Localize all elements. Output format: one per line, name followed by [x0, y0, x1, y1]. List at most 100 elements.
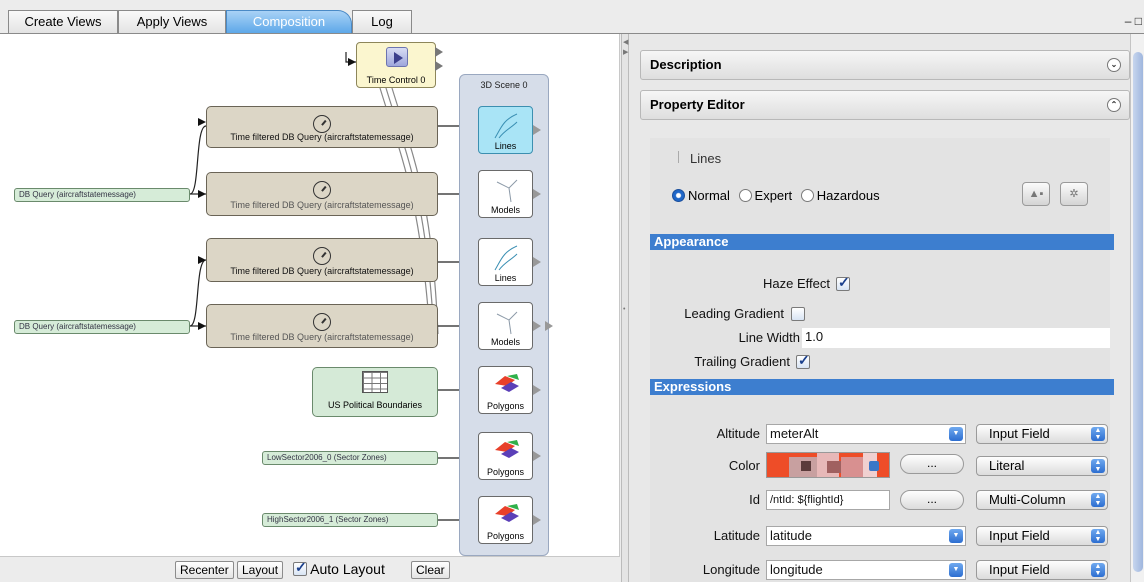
clock-icon [313, 115, 331, 133]
composition-graph-canvas[interactable]: 3D Scene 0 Time Control 0 Time filtered … [0, 34, 620, 556]
splitter-grip-icon[interactable]: • [623, 306, 625, 313]
output-port-icon[interactable] [533, 385, 541, 395]
radio-hazardous[interactable] [800, 189, 814, 202]
expand-icon[interactable]: ⌄ [1107, 58, 1121, 72]
latitude-field[interactable]: latitude ▼ [766, 526, 966, 546]
collapse-right-icon[interactable]: ▶ [623, 48, 628, 56]
output-port-icon[interactable] [533, 321, 541, 331]
scrollbar-thumb[interactable] [1133, 52, 1143, 572]
recenter-button[interactable]: Recenter [175, 561, 234, 579]
sector-zones-node[interactable]: LowSector2006_0 (Sector Zones) [262, 451, 438, 465]
tab-log[interactable]: Log [352, 10, 412, 34]
time-control-node[interactable]: Time Control 0 [356, 42, 443, 88]
haze-effect-label: Haze Effect [763, 276, 830, 291]
id-mode-select[interactable]: Multi-Column ▲ ▼ [976, 490, 1108, 510]
id-field[interactable]: /ntId: ${flightId} [766, 490, 890, 510]
layer-label: Polygons [486, 401, 525, 411]
output-port-icon[interactable] [533, 125, 541, 135]
scene-title: 3D Scene 0 [480, 80, 528, 90]
trailing-gradient-checkbox[interactable] [796, 352, 810, 369]
layer-polygons[interactable]: Polygons [478, 496, 541, 544]
collapse-icon[interactable]: ⌃ [1107, 98, 1121, 112]
altitude-label: Altitude [716, 426, 760, 441]
time-filtered-query-node[interactable]: Time filtered DB Query (aircraftstatemes… [206, 238, 438, 282]
layer-label: Models [490, 205, 520, 215]
db-query-node[interactable]: DB Query (aircraftstatemessage) [14, 320, 190, 334]
haze-effect-checkbox[interactable] [836, 274, 850, 291]
tab-composition[interactable]: Composition [226, 10, 352, 34]
dropdown-icon[interactable]: ▼ [949, 529, 963, 543]
node-label: Time filtered DB Query (aircraftstatemes… [230, 132, 414, 142]
layer-lines[interactable]: Lines [478, 106, 541, 154]
latitude-value: latitude [770, 528, 812, 543]
db-query-node[interactable]: DB Query (aircraftstatemessage) [14, 188, 190, 202]
tab-apply-views[interactable]: Apply Views [118, 10, 226, 34]
output-port-icon[interactable] [533, 189, 541, 199]
auto-layout-checkbox[interactable] [293, 559, 307, 576]
time-filtered-query-node[interactable]: Time filtered DB Query (aircraftstatemes… [206, 304, 438, 348]
window-control-icon[interactable]: – □ [1125, 14, 1142, 28]
stepper-icon[interactable]: ▲ ▼ [1091, 529, 1105, 543]
panel-splitter[interactable]: ◀ ▶ • [621, 34, 629, 582]
property-editor-header[interactable]: Property Editor ⌃ [640, 90, 1130, 120]
output-port-icon[interactable] [435, 47, 443, 57]
radio-expert[interactable] [738, 189, 752, 202]
description-header[interactable]: Description ⌄ [640, 50, 1130, 80]
color-ellipsis-button[interactable]: ... [900, 454, 964, 474]
longitude-field[interactable]: longitude ▼ [766, 560, 966, 580]
latitude-mode: Input Field [989, 528, 1050, 543]
latitude-mode-select[interactable]: Input Field ▲ ▼ [976, 526, 1108, 546]
color-mode-select[interactable]: Literal ▲ ▼ [976, 456, 1108, 476]
stepper-icon[interactable]: ▲ ▼ [1091, 427, 1105, 441]
layer-label: Polygons [486, 531, 525, 541]
stepper-icon[interactable]: ▲ ▼ [1091, 493, 1105, 507]
auto-layout-toggle[interactable]: Auto Layout [293, 559, 385, 577]
id-ellipsis-button[interactable]: ... [900, 490, 964, 510]
lock-button[interactable]: ▲▪ [1022, 182, 1050, 206]
longitude-mode-select[interactable]: Input Field ▲ ▼ [976, 560, 1108, 580]
dropdown-icon[interactable]: ▼ [949, 563, 963, 577]
layout-button[interactable]: Layout [237, 561, 284, 579]
appearance-header[interactable]: Appearance [650, 234, 1114, 250]
leading-gradient-checkbox[interactable] [791, 307, 805, 321]
sector-zones-node[interactable]: HighSector2006_1 (Sector Zones) [262, 513, 438, 527]
color-pattern-icon [767, 453, 879, 477]
stepper-icon[interactable]: ▲ ▼ [1091, 563, 1105, 577]
longitude-mode: Input Field [989, 562, 1050, 577]
time-filtered-query-node[interactable]: Time filtered DB Query (aircraftstatemes… [206, 106, 438, 148]
layer-models[interactable]: Models [478, 170, 541, 218]
layer-lines[interactable]: Lines [478, 238, 541, 286]
altitude-mode-select[interactable]: Input Field ▲ ▼ [976, 424, 1108, 444]
dropdown-icon[interactable]: ▼ [949, 427, 963, 441]
altitude-field[interactable]: meterAlt ▼ [766, 424, 966, 444]
node-label: Time filtered DB Query (aircraftstatemes… [230, 200, 414, 210]
collapse-left-icon[interactable]: ◀ [623, 38, 628, 46]
layer-models[interactable]: Models [478, 302, 553, 350]
layer-polygons[interactable]: Polygons [478, 366, 541, 414]
color-swatch[interactable] [766, 452, 890, 478]
layer-label: Models [490, 337, 520, 347]
output-port-icon[interactable] [533, 451, 541, 461]
line-width-input[interactable]: 1.0 [802, 328, 1110, 348]
tab-create-views[interactable]: Create Views [8, 10, 118, 34]
layer-label: Polygons [486, 467, 525, 477]
time-control-label: Time Control 0 [366, 75, 426, 85]
lines-icon [678, 151, 688, 163]
output-port-icon[interactable] [533, 257, 541, 267]
scene-output-port-icon[interactable] [545, 321, 553, 331]
radio-normal[interactable] [672, 189, 685, 202]
node-label: Time filtered DB Query (aircraftstatemes… [230, 332, 414, 342]
output-port-icon[interactable] [533, 515, 541, 525]
stepper-icon[interactable]: ▲ ▼ [1091, 459, 1105, 473]
trailing-gradient-label: Trailing Gradient [694, 354, 790, 369]
output-port-icon[interactable] [435, 61, 443, 71]
time-filtered-query-node[interactable]: Time filtered DB Query (aircraftstatemes… [206, 172, 438, 216]
layer-polygons[interactable]: Polygons [478, 432, 541, 480]
vertical-scrollbar[interactable] [1130, 34, 1144, 582]
line-width-label: Line Width [738, 330, 800, 345]
expressions-header[interactable]: Expressions [650, 379, 1114, 395]
settings-button[interactable]: ✲ [1060, 182, 1088, 206]
clear-button[interactable]: Clear [411, 561, 450, 579]
us-political-boundaries-node[interactable]: US Political Boundaries [312, 367, 438, 417]
play-icon[interactable] [386, 47, 408, 67]
